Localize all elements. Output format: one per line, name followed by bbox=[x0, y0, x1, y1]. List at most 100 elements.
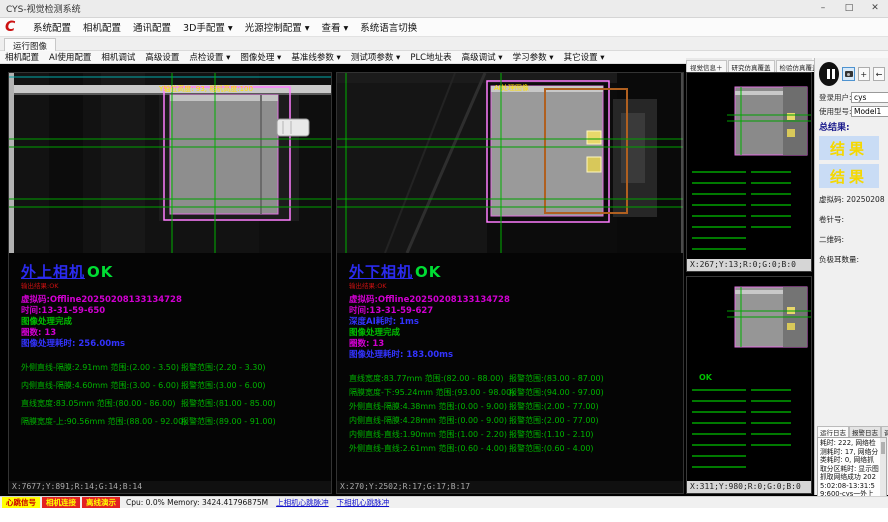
menu-item[interactable]: 通讯配置 bbox=[127, 20, 177, 34]
info-line: 虚拟码:Offline20250208133134728 bbox=[349, 295, 671, 306]
left-camera-name: 外上相机 bbox=[21, 263, 85, 281]
measurement-value: 直线宽度:83.05mm 范围:(80.00 - 86.00) bbox=[21, 399, 175, 408]
log-scrollbar[interactable] bbox=[880, 438, 886, 498]
middle-pixel-coords: X:270;Y:2502;R:17;G:17;B:17 bbox=[337, 481, 683, 493]
log-tab[interactable]: 调试日志 bbox=[881, 426, 888, 437]
middle-measurement-list: 直线宽度:83.77mm 范围:(82.00 - 88.00) 报警范围:(83… bbox=[349, 373, 671, 457]
info-field: 二维码: bbox=[819, 234, 885, 245]
pause-icon bbox=[832, 69, 835, 79]
middle-image-overlay-label: AI处理图像 bbox=[494, 83, 529, 93]
alarm-range: 报警范围:(2.00 - 77.00) bbox=[509, 415, 599, 426]
close-icon[interactable]: ✕ bbox=[862, 0, 888, 17]
toolbar-item[interactable]: 相机配置 bbox=[0, 51, 44, 63]
camera-icon bbox=[845, 71, 853, 77]
left-result-block: 外上相机OK 输出结果:OK 虚拟码:Offline20250208133134… bbox=[9, 253, 331, 434]
thumbnail-bottom-text-lines bbox=[692, 389, 746, 469]
thumbnail-top-text-lines bbox=[751, 171, 791, 234]
thumbnail-tab[interactable]: 研究仿真覆盖 bbox=[728, 60, 775, 72]
toolbar-item[interactable]: 点检设置 ▾ bbox=[184, 51, 235, 63]
view-tab-row: 运行图像 bbox=[0, 37, 888, 51]
heartbeat-link[interactable]: 上相机心跳脉冲 bbox=[276, 497, 329, 508]
menu-item[interactable]: 系统配置 bbox=[27, 20, 77, 34]
log-tabs: 运行日志报警日志调试日志 bbox=[817, 426, 887, 437]
measurement-value: 外侧直线-隔膜:4.38mm 范围:(0.00 - 9.00) bbox=[349, 402, 507, 411]
thumbnail-bottom-text-lines bbox=[751, 389, 791, 447]
middle-image-canvas bbox=[337, 73, 683, 253]
middle-camera-name: 外下相机 bbox=[349, 263, 413, 281]
maximize-icon[interactable]: □ bbox=[836, 0, 862, 17]
toolbar-item[interactable]: 高级调试 ▾ bbox=[457, 51, 508, 63]
alarm-range: 报警范围:(0.60 - 4.00) bbox=[509, 443, 594, 454]
capture-button[interactable] bbox=[842, 67, 854, 81]
thumbnail-tab[interactable]: 视觉信息＋ bbox=[686, 60, 727, 72]
measurement-value: 外侧直线-隔膜:2.91mm 范围:(2.00 - 3.50) bbox=[21, 363, 179, 372]
pause-icon bbox=[827, 69, 830, 79]
toolbar-item[interactable]: 高级设置 bbox=[140, 51, 184, 63]
measurement-value: 外侧直线-直线:2.61mm 范围:(0.60 - 4.00) bbox=[349, 444, 507, 453]
toolbar-items: 相机配置AI使用配置相机调试高级设置点检设置 ▾图像处理 ▾基准线参数 ▾测试项… bbox=[0, 51, 610, 63]
measurement-value: 内侧直线-隔膜:4.60mm 范围:(3.00 - 6.00) bbox=[21, 381, 179, 390]
alarm-range: 报警范围:(83.00 - 87.00) bbox=[509, 373, 604, 384]
menu-bar: C 系统配置相机配置通讯配置3D手配置 ▾光源控制配置 ▾查看 ▾系统语言切换 bbox=[0, 18, 888, 37]
thumbnail-panel-top[interactable]: X:267;Y:13;R:0;G:0;B:0 bbox=[686, 72, 812, 272]
left-image-overlay-label: Y轴位高度: 93, 相机高度:100 bbox=[159, 84, 253, 94]
scrollbar-thumb[interactable] bbox=[881, 442, 885, 454]
measurement-value: 内侧直线-直线:1.90mm 范围:(1.00 - 2.20) bbox=[349, 430, 507, 439]
left-camera-title: 外上相机OK bbox=[21, 261, 319, 282]
info-line: 图像处理耗时: 256.00ms bbox=[21, 339, 319, 350]
toolbar-item[interactable]: 基准线参数 ▾ bbox=[286, 51, 345, 63]
add-button[interactable]: + bbox=[858, 67, 870, 81]
measurement-row: 外侧直线-直线:2.61mm 范围:(0.60 - 4.00) 报警范围:(0.… bbox=[349, 443, 671, 457]
thumbnail-top-coords: X:267;Y:13;R:0;G:0;B:0 bbox=[687, 259, 811, 271]
result-badge: 结果 bbox=[819, 164, 879, 188]
total-result-label: 总结果: bbox=[819, 120, 885, 133]
info-field: 卷针号: bbox=[819, 214, 885, 225]
status-bar: 心跳信号相机连接离线演示 Cpu: 0.0% Memory: 3424.4179… bbox=[0, 496, 888, 508]
menu-item[interactable]: 相机配置 bbox=[77, 20, 127, 34]
tab-run-image[interactable]: 运行图像 bbox=[4, 38, 56, 51]
toolbar-item[interactable]: PLC地址表 bbox=[405, 51, 456, 63]
model-row: 使用型号: bbox=[819, 106, 885, 117]
thumbnail-panel-bottom[interactable]: OK X:311;Y:980;R:0;G:0;B:0 bbox=[686, 276, 812, 494]
log-block: 运行日志报警日志调试日志 耗时: 222, 网络检测耗时: 17, 网络分类耗时… bbox=[817, 426, 887, 499]
thumbnail-bottom-coords: X:311;Y:980;R:0;G:0;B:0 bbox=[687, 481, 811, 493]
pause-button[interactable] bbox=[819, 62, 839, 86]
back-button[interactable]: ← bbox=[873, 67, 885, 81]
log-text-area[interactable]: 耗时: 222, 网络检测耗时: 17, 网络分类耗时: 0, 网络抓取分区耗时… bbox=[817, 437, 887, 499]
left-camera-panel: Y轴位高度: 93, 相机高度:100 外上相机OK 输出结果:OK 虚拟码:O… bbox=[8, 72, 332, 494]
heartbeat-link[interactable]: 下相机心跳脉冲 bbox=[337, 497, 390, 508]
model-label: 使用型号: bbox=[819, 106, 851, 117]
toolbar-item[interactable]: AI使用配置 bbox=[44, 51, 96, 63]
model-input[interactable] bbox=[851, 106, 888, 117]
log-tab[interactable]: 报警日志 bbox=[849, 426, 881, 437]
left-pixel-coords: X:7677;Y:891;R:14;G:14;B:14 bbox=[9, 481, 331, 493]
login-user-input[interactable] bbox=[851, 92, 888, 103]
toolbar-item[interactable]: 测试项参数 ▾ bbox=[346, 51, 405, 63]
info-fields: 虚拟码: 20250208卷针号:二维码:负极耳数量: bbox=[819, 194, 885, 265]
log-tab[interactable]: 运行日志 bbox=[817, 426, 849, 437]
menu-item[interactable]: 光源控制配置 ▾ bbox=[239, 20, 316, 34]
toolbar-item[interactable]: 其它设置 ▾ bbox=[559, 51, 610, 63]
menu-item[interactable]: 查看 ▾ bbox=[316, 20, 355, 34]
measurement-value: 直线宽度:83.77mm 范围:(82.00 - 88.00) bbox=[349, 374, 503, 383]
minimize-icon[interactable]: – bbox=[810, 0, 836, 17]
info-line: 图像处理完成 bbox=[349, 328, 671, 339]
toolbar-item[interactable]: 学习参数 ▾ bbox=[508, 51, 559, 63]
info-field: 负极耳数量: bbox=[819, 254, 885, 265]
left-ok-status: OK bbox=[87, 263, 113, 281]
alarm-range: 报警范围:(2.20 - 3.30) bbox=[181, 362, 266, 373]
middle-result-block: 外下相机OK 输出结果:OK 虚拟码:Offline20250208133134… bbox=[337, 253, 683, 457]
info-line: 时间:13-31-59-650 bbox=[21, 306, 319, 317]
window-title: CYS-视觉检测系统 bbox=[0, 2, 810, 15]
toolbar-item[interactable]: 图像处理 ▾ bbox=[235, 51, 286, 63]
menu-item[interactable]: 3D手配置 ▾ bbox=[177, 20, 239, 34]
toolbar-item[interactable]: 相机调试 bbox=[96, 51, 140, 63]
measurement-row: 外侧直线-隔膜:4.38mm 范围:(0.00 - 9.00) 报警范围:(2.… bbox=[349, 401, 671, 415]
left-camera-image[interactable]: Y轴位高度: 93, 相机高度:100 bbox=[9, 73, 331, 253]
middle-camera-image[interactable]: AI处理图像 bbox=[337, 73, 683, 253]
measurement-row: 内侧直线-隔膜:4.60mm 范围:(3.00 - 6.00) 报警范围:(3.… bbox=[21, 380, 319, 398]
status-badge: 相机连接 bbox=[42, 497, 80, 508]
menu-item[interactable]: 系统语言切换 bbox=[354, 20, 423, 34]
info-line: 图像处理耗时: 183.00ms bbox=[349, 350, 671, 361]
status-badges: 心跳信号相机连接离线演示 bbox=[0, 497, 120, 508]
